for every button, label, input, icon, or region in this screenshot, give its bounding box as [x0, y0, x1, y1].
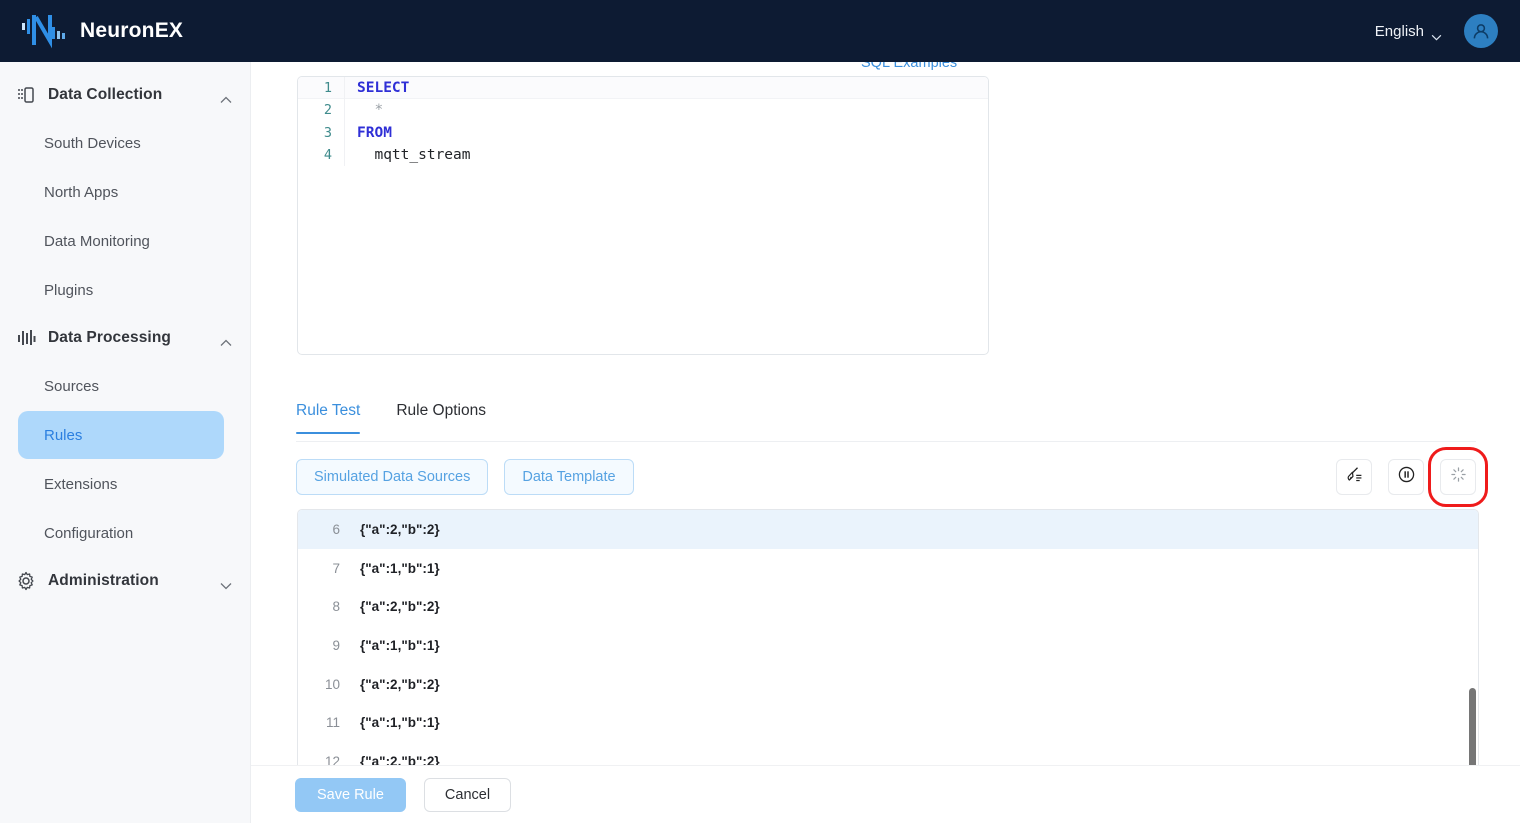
sidebar-item-label: Sources — [44, 378, 99, 395]
sidebar-item-label: Configuration — [44, 525, 133, 542]
broom-clear-icon — [1345, 465, 1364, 489]
sidebar-item-label: Rules — [44, 427, 82, 444]
line-number: 1 — [298, 80, 344, 96]
sidebar: Data Collection South Devices North Apps… — [0, 62, 251, 823]
sidebar-item-label: South Devices — [44, 135, 141, 152]
sidebar-item-south-devices[interactable]: South Devices — [18, 119, 224, 167]
chevron-down-icon — [220, 577, 232, 585]
list-item[interactable]: 9 {"a":1,"b":1} — [298, 626, 1478, 665]
row-text: {"a":1,"b":1} — [350, 561, 440, 576]
brand-title: NeuronEX — [80, 19, 183, 43]
list-item[interactable]: 10 {"a":2,"b":2} — [298, 665, 1478, 704]
row-text: {"a":2,"b":2} — [350, 522, 440, 537]
row-text: {"a":2,"b":2} — [350, 677, 440, 692]
tab-rule-options[interactable]: Rule Options — [396, 402, 486, 433]
row-text: {"a":1,"b":1} — [350, 638, 440, 653]
chevron-down-icon — [1431, 28, 1442, 35]
clear-output-button[interactable] — [1336, 459, 1372, 495]
pause-circle-icon — [1397, 465, 1416, 489]
code-text: SELECT — [344, 77, 988, 99]
rule-test-output-list[interactable]: 6 {"a":2,"b":2} 7 {"a":1,"b":1} 8 {"a":2… — [297, 509, 1479, 777]
row-number: 8 — [298, 599, 350, 614]
list-item[interactable]: 8 {"a":2,"b":2} — [298, 587, 1478, 626]
language-selector[interactable]: English — [1375, 23, 1442, 40]
data-template-button[interactable]: Data Template — [504, 459, 633, 495]
neuronex-logo-icon — [20, 13, 68, 49]
sidebar-item-label: North Apps — [44, 184, 118, 201]
chevron-up-icon — [220, 91, 232, 99]
line-number: 3 — [298, 125, 344, 141]
rule-test-toolbar: Simulated Data Sources Data Template — [296, 458, 1476, 496]
sidebar-item-rules[interactable]: Rules — [18, 411, 224, 459]
main-content: SQL Examples 1 SELECT 2 * 3 FROM 4 mqtt_… — [251, 62, 1520, 823]
sidebar-item-configuration[interactable]: Configuration — [18, 509, 224, 557]
brand: NeuronEX — [20, 13, 183, 49]
button-label: Data Template — [522, 469, 615, 485]
sql-examples-link[interactable]: SQL Examples — [861, 62, 957, 71]
button-label: Simulated Data Sources — [314, 469, 470, 485]
form-footer: Save Rule Cancel — [251, 765, 1520, 823]
sidebar-item-north-apps[interactable]: North Apps — [18, 168, 224, 216]
row-number: 7 — [298, 561, 350, 576]
data-processing-icon — [16, 328, 36, 348]
row-number: 10 — [298, 677, 350, 692]
sidebar-group-data-processing[interactable]: Data Processing — [0, 315, 250, 361]
data-collection-icon — [16, 85, 36, 105]
run-test-loading-button[interactable] — [1440, 459, 1476, 495]
row-number: 9 — [298, 638, 350, 653]
sidebar-group-label: Administration — [48, 572, 159, 590]
code-line: 3 FROM — [298, 122, 988, 144]
row-text: {"a":1,"b":1} — [350, 715, 440, 730]
code-text: mqtt_stream — [344, 144, 988, 166]
sql-editor[interactable]: 1 SELECT 2 * 3 FROM 4 mqtt_stream — [297, 76, 989, 355]
chevron-up-icon — [220, 334, 232, 342]
tab-bar: Rule Test Rule Options — [296, 402, 1476, 442]
row-number: 6 — [298, 522, 350, 537]
toolbar-icon-group — [1336, 459, 1476, 495]
list-item[interactable]: 7 {"a":1,"b":1} — [298, 549, 1478, 588]
output-list-scrollbar[interactable] — [1469, 688, 1476, 777]
language-label: English — [1375, 23, 1424, 40]
loading-spinner-icon — [1450, 466, 1467, 488]
row-text: {"a":2,"b":2} — [350, 599, 440, 614]
tab-rule-test[interactable]: Rule Test — [296, 402, 360, 433]
sidebar-item-label: Extensions — [44, 476, 117, 493]
line-number: 2 — [298, 102, 344, 118]
avatar[interactable] — [1464, 14, 1498, 48]
tab-label: Rule Test — [296, 402, 360, 419]
row-number: 11 — [298, 715, 350, 730]
simulated-data-sources-button[interactable]: Simulated Data Sources — [296, 459, 488, 495]
code-line: 2 * — [298, 99, 988, 121]
sidebar-item-data-monitoring[interactable]: Data Monitoring — [18, 217, 224, 265]
code-text: FROM — [344, 122, 988, 144]
line-number: 4 — [298, 147, 344, 163]
code-text: * — [344, 99, 988, 121]
code-line: 1 SELECT — [298, 77, 988, 99]
sidebar-group-data-collection[interactable]: Data Collection — [0, 72, 250, 118]
sidebar-group-label: Data Collection — [48, 86, 162, 104]
sidebar-item-extensions[interactable]: Extensions — [18, 460, 224, 508]
sidebar-item-sources[interactable]: Sources — [18, 362, 224, 410]
list-item[interactable]: 11 {"a":1,"b":1} — [298, 703, 1478, 742]
sidebar-item-label: Plugins — [44, 282, 93, 299]
list-item[interactable]: 6 {"a":2,"b":2} — [298, 510, 1478, 549]
sidebar-item-plugins[interactable]: Plugins — [18, 266, 224, 314]
sidebar-group-label: Data Processing — [48, 329, 171, 347]
cancel-button[interactable]: Cancel — [424, 778, 511, 812]
pause-button[interactable] — [1388, 459, 1424, 495]
tab-label: Rule Options — [396, 402, 486, 419]
sidebar-group-administration[interactable]: Administration — [0, 558, 250, 604]
gear-icon — [16, 571, 36, 591]
top-header-bar: NeuronEX English — [0, 0, 1520, 62]
sidebar-item-label: Data Monitoring — [44, 233, 150, 250]
save-rule-button[interactable]: Save Rule — [295, 778, 406, 812]
header-right-controls: English — [1375, 14, 1498, 48]
code-line: 4 mqtt_stream — [298, 144, 988, 166]
